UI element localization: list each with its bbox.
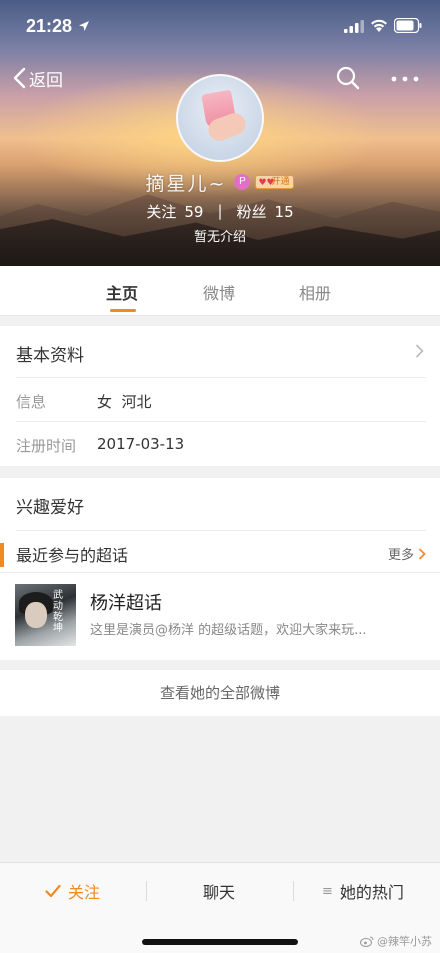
more-label: 更多: [387, 548, 414, 563]
active-tab-indicator: [110, 309, 136, 312]
profile-tabs: 主页 微博 相册: [0, 266, 440, 316]
tab-weibo[interactable]: 微博: [203, 280, 235, 304]
back-button[interactable]: 返回: [12, 62, 63, 94]
bottom-divider: [146, 881, 147, 901]
stats-row: 关注 59 | 粉丝 15: [0, 200, 440, 222]
topic-thumbnail: 武动乾坤: [15, 584, 76, 646]
info-label-gender-location: 信息: [16, 393, 47, 411]
more-options-icon[interactable]: [390, 66, 420, 92]
interests-section: 兴趣爱好 最近参与的超话 更多 武动乾坤 杨洋超话 这里是演员@杨洋 的超级话题…: [0, 478, 440, 660]
info-label-register-date: 注册时间: [16, 437, 77, 455]
topic-title: 杨洋超话: [90, 593, 162, 614]
bottom-divider: [293, 881, 294, 901]
follow-label: 关注: [68, 883, 101, 902]
avatar[interactable]: [176, 74, 264, 162]
divider: [16, 421, 426, 422]
following-count: 59: [184, 202, 204, 221]
her-hot-button[interactable]: ≡ 她的热门: [322, 879, 404, 903]
status-bar: 21:28: [0, 0, 440, 52]
list-icon: ≡: [322, 883, 333, 899]
interests-title: 兴趣爱好: [16, 498, 84, 518]
following-label: 关注: [146, 202, 177, 221]
super-topics-row[interactable]: 最近参与的超话 更多: [0, 531, 440, 573]
her-hot-label: 她的热门: [339, 883, 404, 902]
p-badge-icon[interactable]: P: [234, 174, 251, 190]
battery-icon: [394, 18, 422, 33]
following-stat[interactable]: 关注 59: [146, 201, 203, 222]
follow-button[interactable]: 关注: [45, 879, 100, 903]
info-value-gender-location: 女 河北: [97, 393, 152, 411]
wifi-icon: [371, 19, 387, 32]
super-topics-title: 最近参与的超话: [16, 546, 129, 565]
fans-label: 粉丝: [236, 202, 267, 221]
chevron-right-icon: [418, 547, 426, 560]
more-link[interactable]: 更多: [388, 544, 426, 563]
divider: [16, 377, 426, 378]
section-accent-bar: [0, 543, 4, 567]
chevron-right-icon[interactable]: [415, 344, 424, 358]
fans-stat[interactable]: 粉丝 15: [237, 201, 294, 222]
checkmark-icon: [45, 884, 61, 898]
weibo-logo-icon: [360, 936, 374, 947]
heart-icon: ♥♥: [258, 178, 275, 188]
basic-info-section: 基本资料 信息 女 河北 注册时间 2017-03-13: [0, 326, 440, 466]
super-topic-item[interactable]: 武动乾坤 杨洋超话 这里是演员@杨洋 的超级话题，欢迎大家来玩...: [0, 573, 440, 653]
cellular-signal-icon: [344, 20, 364, 33]
chat-label: 聊天: [203, 883, 236, 902]
status-time: 21:28: [26, 16, 73, 36]
fans-count: 15: [274, 202, 294, 221]
user-name: 摘星儿~: [145, 172, 227, 195]
watermark-text: @辣竿小苏: [377, 935, 432, 948]
tab-album[interactable]: 相册: [299, 280, 331, 304]
home-indicator[interactable]: [142, 939, 298, 945]
tab-home[interactable]: 主页: [106, 280, 138, 304]
watermark: @辣竿小苏: [360, 933, 432, 949]
back-label: 返回: [29, 70, 63, 91]
chevron-left-icon: [13, 67, 26, 89]
chat-button[interactable]: 聊天: [203, 879, 235, 903]
thumb-calligraphy-text: 武动乾坤: [53, 590, 63, 634]
user-name-row: 摘星儿~ P ♥♥ 开通: [0, 170, 440, 195]
basic-info-title[interactable]: 基本资料: [16, 341, 84, 366]
profile-bio: 暂无介绍: [193, 230, 246, 245]
info-value-register-date: 2017-03-13: [97, 435, 185, 453]
vip-badge[interactable]: ♥♥ 开通: [255, 175, 295, 189]
view-all-weibo-button[interactable]: 查看她的全部微博: [0, 670, 440, 716]
topic-description: 这里是演员@杨洋 的超级话题，欢迎大家来玩...: [90, 623, 367, 638]
search-icon[interactable]: [335, 65, 361, 91]
thumb-face-shape: [25, 602, 47, 628]
bottom-action-bar: 关注 聊天 ≡ 她的热门 @辣竿小苏: [0, 862, 440, 953]
stats-divider: |: [217, 202, 223, 220]
location-arrow-icon: [79, 21, 89, 31]
